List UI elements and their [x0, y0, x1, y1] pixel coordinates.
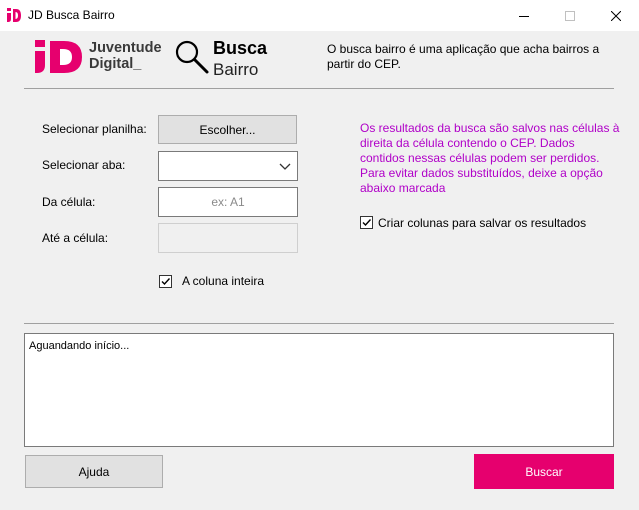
checkmark-icon — [362, 219, 372, 227]
chevron-down-icon — [279, 163, 291, 170]
app-name: Busca Bairro — [213, 38, 267, 80]
close-icon — [611, 10, 621, 21]
create-columns-label: Criar colunas para salvar os resultados — [378, 216, 587, 230]
brand-name-line1: Juventude — [89, 40, 162, 56]
jd-app-icon — [7, 8, 21, 22]
minimize-button[interactable] — [501, 0, 547, 31]
create-columns-checkbox[interactable] — [360, 216, 373, 229]
choose-file-button[interactable]: Escolher... — [158, 115, 297, 144]
to-cell-label: Até a célula: — [42, 231, 109, 245]
divider-top — [24, 88, 614, 89]
from-cell-label: Da célula: — [42, 195, 96, 209]
search-icon — [175, 40, 209, 74]
title-bar: JD Busca Bairro — [0, 0, 639, 31]
maximize-icon — [565, 10, 575, 21]
from-cell-input[interactable]: ex: A1 — [158, 187, 298, 217]
divider-bottom — [24, 323, 614, 324]
jd-logo — [35, 40, 82, 73]
minimize-icon — [519, 15, 529, 17]
app-name-line2: Bairro — [213, 60, 259, 79]
sheet-select[interactable] — [158, 151, 298, 181]
app-description: O busca bairro é uma aplicação que acha … — [327, 42, 600, 71]
spreadsheet-label: Selecionar planilha: — [42, 122, 147, 136]
brand-name-line2: Digital_ — [89, 56, 142, 72]
brand-name: Juventude Digital_ — [89, 40, 162, 72]
info-text: Os resultados da busca são salvos nas cé… — [360, 121, 620, 195]
checkmark-icon — [161, 278, 171, 286]
close-button[interactable] — [593, 0, 639, 31]
log-text: Aguandando início... — [29, 340, 130, 352]
from-cell-placeholder: ex: A1 — [211, 195, 245, 209]
log-output[interactable]: Aguandando início... — [24, 333, 614, 447]
app-name-line1: Busca — [213, 38, 268, 58]
whole-column-checkbox[interactable] — [159, 275, 172, 288]
help-button[interactable]: Ajuda — [25, 455, 163, 488]
window-title: JD Busca Bairro — [28, 8, 115, 22]
to-cell-input — [158, 223, 298, 253]
maximize-button[interactable] — [547, 0, 593, 31]
search-button[interactable]: Buscar — [474, 454, 614, 489]
sheet-label: Selecionar aba: — [42, 158, 126, 172]
whole-column-label: A coluna inteira — [182, 274, 265, 288]
